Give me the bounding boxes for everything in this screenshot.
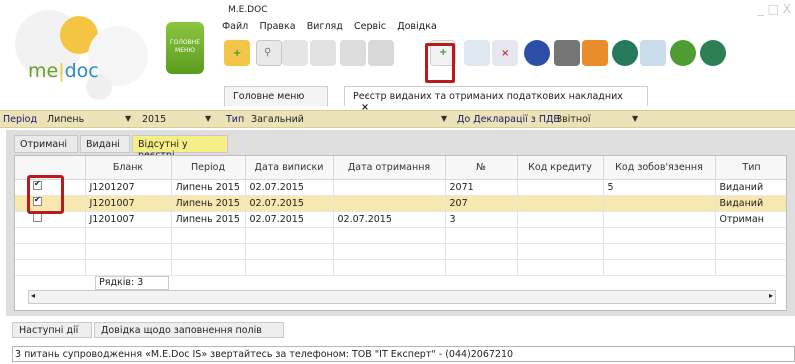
cell-number: 2071	[445, 179, 518, 196]
cell-date-receive	[333, 195, 446, 212]
menu-service[interactable]: Сервіс	[354, 21, 386, 32]
cell-period: Липень 2015	[171, 211, 246, 228]
type-label: Тип	[226, 114, 245, 125]
header-date-receive[interactable]: Дата отримання	[333, 156, 446, 180]
menu-edit[interactable]: Правка	[259, 21, 295, 32]
cell-obligation-code	[603, 211, 716, 228]
status-text: 3 питань супроводження «M.E.Doc IS» звер…	[15, 349, 514, 360]
filter-bar: Період Липень ▼ 2015 ▼ Тип Загальний ▼ Д…	[0, 110, 795, 128]
header-type[interactable]: Тип	[715, 156, 786, 180]
cell-blank: J1201007	[85, 195, 172, 212]
cell-date-receive: 02.07.2015	[333, 211, 446, 228]
cell-obligation-code	[603, 195, 716, 212]
header-date-issue[interactable]: Дата виписки	[245, 156, 334, 180]
period-year-select[interactable]: 2015	[142, 114, 166, 125]
main-menu-button[interactable]: ГОЛОВНЕ МЕНЮ	[166, 22, 204, 74]
app-window: me|doc ГОЛОВНЕ МЕНЮ M.E.DOC _ □ X Файл П…	[0, 0, 795, 364]
refresh-icon[interactable]	[670, 40, 696, 66]
cell-type: Виданий	[715, 195, 786, 212]
bottom-tabs: Наступні дії Довідка щодо заповнення пол…	[12, 322, 795, 338]
highlight-box-checkboxes	[27, 175, 64, 214]
chevron-down-icon[interactable]: ▼	[125, 114, 131, 123]
cell-date-issue: 02.07.2015	[245, 179, 334, 196]
row-checkbox[interactable]	[33, 213, 42, 222]
type-select[interactable]: Загальний	[251, 114, 304, 125]
globe-icon[interactable]	[524, 40, 550, 66]
cell-obligation-code: 5	[603, 179, 716, 196]
horizontal-scrollbar[interactable]: ◂ ▸	[28, 290, 776, 304]
window-title: M.E.DOC	[228, 5, 268, 15]
period-month-select[interactable]: Липень	[47, 114, 84, 125]
table-row[interactable]: J1201007 Липень 2015 02.07.2015 02.07.20…	[15, 211, 786, 228]
header-obligation-code[interactable]: Код зобов'язення	[603, 156, 716, 180]
printer-icon[interactable]	[554, 40, 580, 66]
cell-number: 3	[445, 211, 518, 228]
header-credit-code[interactable]: Код кредиту	[517, 156, 604, 180]
rows-count: Рядків: 3	[95, 276, 169, 290]
table-row[interactable]: J1201207 Липень 2015 02.07.2015 2071 5 В…	[15, 179, 786, 196]
stamp-icon[interactable]	[612, 40, 638, 66]
copy-icon[interactable]	[310, 40, 336, 66]
edit-icon[interactable]	[340, 40, 366, 66]
cell-blank: J1201007	[85, 211, 172, 228]
cell-credit-code	[517, 195, 604, 212]
delete-icon[interactable]	[282, 40, 308, 66]
tab-registry[interactable]: Реєстр виданих та отриманих податкових н…	[344, 86, 648, 113]
empty-row	[15, 227, 786, 244]
toolbar: + ⚲ + ×	[222, 36, 795, 80]
cell-credit-code	[517, 211, 604, 228]
search-icon[interactable]: ⚲	[256, 40, 282, 66]
medoc-logo: me|doc	[28, 60, 99, 82]
logo-area: me|doc	[0, 0, 160, 110]
table-row[interactable]: J1201007 Липень 2015 02.07.2015 207 Вида…	[15, 195, 786, 212]
cell-date-issue: 02.07.2015	[245, 211, 334, 228]
cell-type: Отриман	[715, 211, 786, 228]
print-preview-icon[interactable]	[368, 40, 394, 66]
empty-row	[15, 259, 786, 276]
tab-main-menu[interactable]: Головне меню	[224, 86, 328, 106]
scroll-right-icon[interactable]: ▸	[769, 291, 773, 300]
header-blank[interactable]: Бланк	[85, 156, 172, 180]
status-bar: 3 питань супроводження «M.E.Doc IS» звер…	[12, 346, 795, 362]
period-label: Період	[3, 114, 38, 125]
table-header: Бланк Період Дата виписки Дата отримання…	[15, 156, 786, 180]
menu-file[interactable]: Файл	[222, 21, 248, 32]
add-document-icon[interactable]: +	[224, 40, 250, 66]
cell-type: Виданий	[715, 179, 786, 196]
check-icon[interactable]	[640, 40, 666, 66]
empty-row	[15, 243, 786, 260]
tab-field-help[interactable]: Довідка щодо заповнення полів	[94, 322, 284, 338]
menu-help[interactable]: Довідка	[397, 21, 437, 32]
shield-icon[interactable]	[700, 40, 726, 66]
chevron-down-icon[interactable]: ▼	[632, 114, 638, 123]
delete-list-icon[interactable]: ×	[492, 40, 518, 66]
tab-next-actions[interactable]: Наступні дії	[12, 322, 92, 338]
cell-number: 207	[445, 195, 518, 212]
cell-credit-code	[517, 179, 604, 196]
to-declaration-select[interactable]: Звітної	[556, 114, 591, 125]
tabs-bar: Головне меню Реєстр виданих та отриманих…	[222, 86, 795, 113]
cell-date-receive	[333, 179, 446, 196]
cell-blank: J1201207	[85, 179, 172, 196]
window-controls[interactable]: _ □ X	[758, 2, 791, 16]
subtab-missing[interactable]: Відсутні у реєстрі	[132, 135, 228, 161]
subtab-received[interactable]: Отримані	[14, 135, 78, 153]
subtab-issued[interactable]: Видані	[80, 135, 130, 153]
header-number[interactable]: №	[445, 156, 518, 180]
list-icon[interactable]	[464, 40, 490, 66]
title-bar: M.E.DOC _ □ X	[218, 2, 795, 20]
highlight-box-toolbar	[425, 43, 455, 83]
cell-date-issue: 02.07.2015	[245, 195, 334, 212]
gear-icon[interactable]	[582, 40, 608, 66]
menubar: Файл Правка Вигляд Сервіс Довідка	[222, 21, 445, 35]
menu-view[interactable]: Вигляд	[307, 21, 343, 32]
chevron-down-icon[interactable]: ▼	[205, 114, 211, 123]
cell-period: Липень 2015	[171, 195, 246, 212]
to-declaration-label: До Декларації з ПДВ	[457, 114, 560, 125]
scroll-left-icon[interactable]: ◂	[31, 291, 35, 300]
header-period[interactable]: Період	[171, 156, 246, 180]
chevron-down-icon[interactable]: ▼	[441, 114, 447, 123]
cell-period: Липень 2015	[171, 179, 246, 196]
